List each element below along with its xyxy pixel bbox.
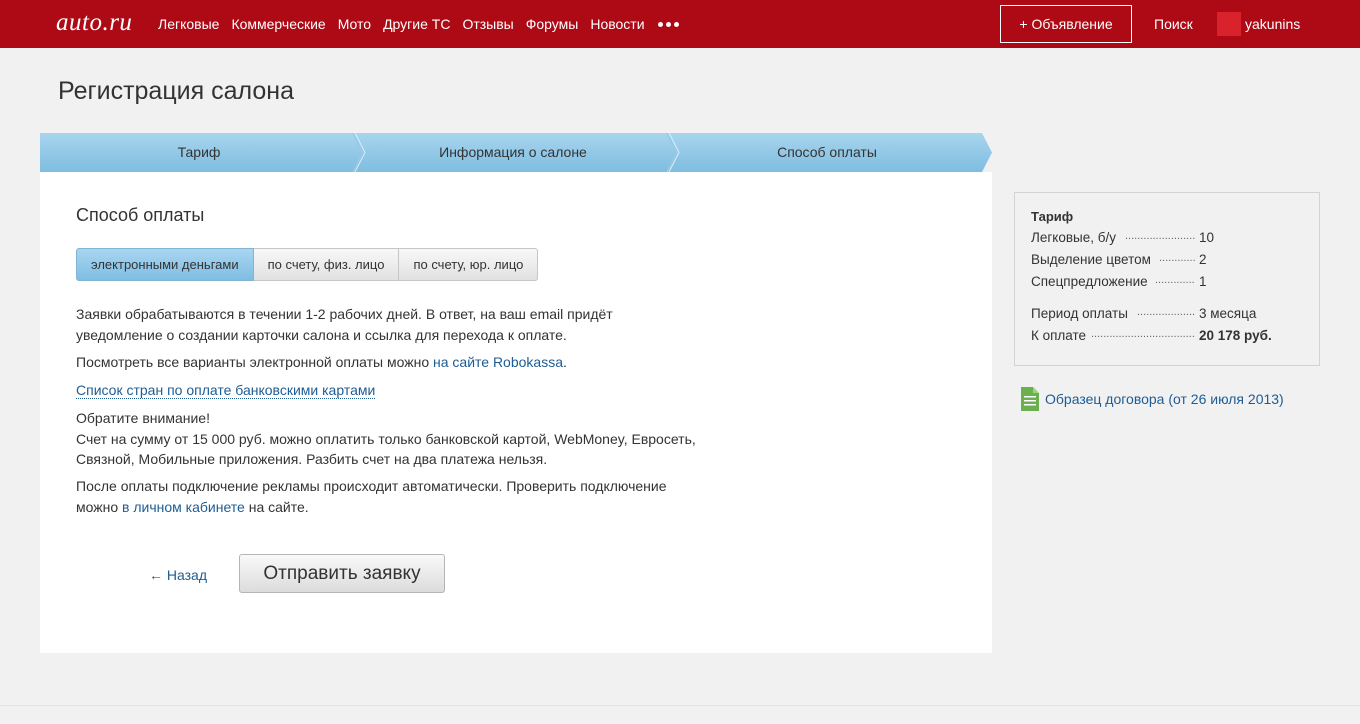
nav-item-news[interactable]: Новости <box>590 16 644 32</box>
activation-text: можно <box>76 498 123 515</box>
page-title: Регистрация салона <box>58 77 294 105</box>
main-nav: Легковые Коммерческие Мото Другие ТС Отз… <box>158 0 679 48</box>
summary-label: Спецпредложение <box>1031 274 1148 289</box>
summary-value: 2 <box>1199 252 1207 267</box>
robokassa-end: . <box>563 354 567 370</box>
nav-item-reviews[interactable]: Отзывы <box>462 16 513 32</box>
summary-value: 10 <box>1199 230 1215 245</box>
top-header: auto.ru Легковые Коммерческие Мото Други… <box>0 0 1360 48</box>
notice-block: Обратите внимание! Счет на сумму от 15 0… <box>76 408 716 470</box>
site-logo[interactable]: auto.ru <box>56 9 132 37</box>
step-salon-info[interactable]: Информация о салоне <box>358 144 668 160</box>
notice-title: Обратите внимание! <box>76 410 210 426</box>
robokassa-info: Посмотреть все варианты электронной опла… <box>76 352 716 373</box>
summary-row: Период оплаты ..........................… <box>1031 306 1257 321</box>
document-icon <box>1021 387 1039 411</box>
notice-line-2: Связной, Мобильные приложения. Разбить с… <box>76 451 548 467</box>
summary-label: Легковые, б/у <box>1031 230 1116 245</box>
robokassa-text: Посмотреть все варианты электронной опла… <box>76 354 433 370</box>
payment-tabs: электронными деньгами по счету, физ. лиц… <box>76 248 539 281</box>
nav-item-other-vehicles[interactable]: Другие ТС <box>383 16 450 32</box>
add-listing-button[interactable]: + Объявление <box>1000 5 1132 43</box>
notice-line-1: Счет на сумму от 15 000 руб. можно оплат… <box>76 430 696 447</box>
submit-application-button[interactable]: Отправить заявку <box>239 554 445 593</box>
tab-electronic-money[interactable]: электронными деньгами <box>76 248 254 281</box>
username-link[interactable]: yakunins <box>1245 16 1300 32</box>
robokassa-link[interactable]: на сайте Robokassa <box>433 354 563 370</box>
summary-total-value: 20 178 руб. <box>1199 328 1272 343</box>
countries-link[interactable]: Список стран по оплате банковскими карта… <box>76 382 376 399</box>
activation-end: на сайте. <box>244 498 309 515</box>
nav-item-forums[interactable]: Форумы <box>526 16 579 32</box>
summary-row: Выделение цветом .......................… <box>1031 252 1207 267</box>
cabinet-link[interactable]: в личном кабинете <box>122 499 245 515</box>
summary-row: К оплате ...............................… <box>1031 328 1272 343</box>
more-menu-icon[interactable] <box>657 21 679 27</box>
tab-invoice-individual[interactable]: по счету, физ. лицо <box>253 248 400 281</box>
processing-info: Заявки обрабатываются в течении 1-2 рабо… <box>76 304 716 345</box>
section-title: Способ оплаты <box>76 205 205 225</box>
avatar[interactable] <box>1217 12 1241 36</box>
summary-value: 1 <box>1199 274 1207 289</box>
nav-item-commercial[interactable]: Коммерческие <box>231 16 325 32</box>
nav-item-cars[interactable]: Легковые <box>158 16 219 32</box>
search-link[interactable]: Поиск <box>1154 16 1193 32</box>
summary-value: 3 месяца <box>1199 306 1257 321</box>
step-tariff[interactable]: Тариф <box>40 144 358 160</box>
countries-info: Список стран по оплате банковскими карта… <box>76 380 716 401</box>
summary-label: Период оплаты <box>1031 306 1128 321</box>
activation-line-1: После оплаты подключение рекламы происхо… <box>76 478 667 494</box>
tab-invoice-company[interactable]: по счету, юр. лицо <box>399 248 539 281</box>
footer-divider <box>0 705 1360 706</box>
processing-line-1: Заявки обрабатываются в течении 1-2 рабо… <box>76 306 613 322</box>
nav-item-moto[interactable]: Мото <box>338 16 371 32</box>
back-link[interactable]: ← Назад <box>149 567 207 583</box>
processing-line-2: уведомление о создании карточки салона и… <box>76 326 567 343</box>
step-payment: Способ оплаты <box>777 144 877 160</box>
steps-bar: Тариф Информация о салоне Способ оплаты <box>40 133 993 172</box>
summary-row: Легковые, б/у ..........................… <box>1031 230 1215 245</box>
activation-info: После оплаты подключение рекламы происхо… <box>76 476 716 517</box>
tariff-summary: Тариф Легковые, б/у ....................… <box>1014 192 1320 366</box>
summary-label: Выделение цветом <box>1031 252 1151 267</box>
main-panel: Способ оплаты электронными деньгами по с… <box>40 172 992 653</box>
contract-sample-link[interactable]: Образец договора (от 26 июля 2013) <box>1045 391 1284 407</box>
summary-row: Спецпредложение ........................… <box>1031 274 1207 289</box>
contract-sample: Образец договора (от 26 июля 2013) <box>1021 387 1284 411</box>
summary-label: К оплате <box>1031 328 1087 343</box>
summary-title: Тариф <box>1031 209 1074 224</box>
